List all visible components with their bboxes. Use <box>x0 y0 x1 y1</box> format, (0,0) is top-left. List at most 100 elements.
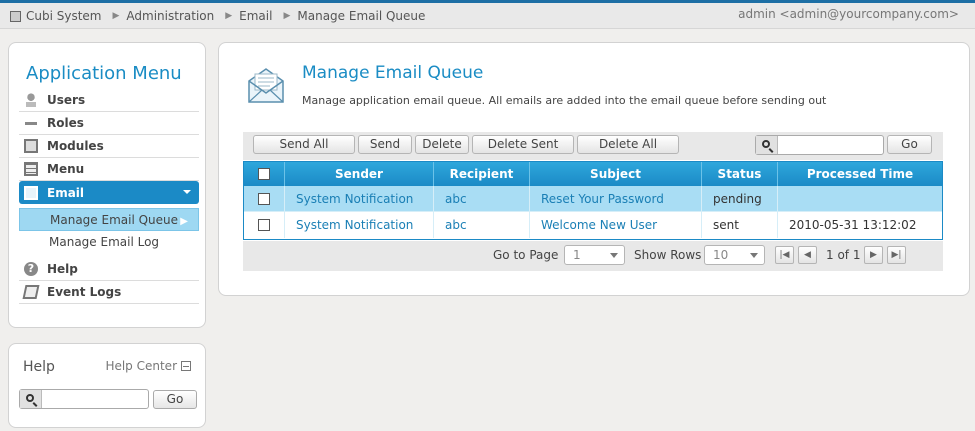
row-checkbox[interactable] <box>258 219 270 231</box>
menu-item-label: Roles <box>47 116 84 130</box>
key-icon <box>24 116 38 130</box>
menu-item-users[interactable]: Users <box>19 89 199 112</box>
column-header-sender[interactable]: Sender <box>285 162 434 186</box>
page-description: Manage application email queue. All emai… <box>302 94 827 107</box>
grid-search-input[interactable] <box>755 135 884 155</box>
modules-icon <box>24 139 38 153</box>
page-title: Manage Email Queue <box>302 63 484 83</box>
email-queue-table: Sender Recipient Subject Status Processe… <box>243 161 943 240</box>
menu-icon <box>24 162 38 176</box>
next-page-button[interactable]: ▶ <box>864 246 883 264</box>
menu-item-modules[interactable]: Modules <box>19 135 199 158</box>
search-icon <box>26 394 34 402</box>
column-header-processed-time[interactable]: Processed Time <box>778 162 942 186</box>
chevron-down-icon <box>183 190 191 194</box>
breadcrumb-separator-icon: ▶ <box>112 11 120 21</box>
show-rows-label: Show Rows <box>634 248 702 262</box>
cell-status: sent <box>702 212 778 238</box>
cell-status: pending <box>702 186 778 212</box>
chevron-down-icon <box>750 253 758 258</box>
menu-item-label: Modules <box>47 139 104 153</box>
table-row[interactable]: System Notification abc Reset Your Passw… <box>244 186 942 212</box>
menu-item-event-logs[interactable]: Event Logs <box>19 281 199 304</box>
row-checkbox[interactable] <box>258 193 270 205</box>
breadcrumb-item-administration[interactable]: Administration <box>126 9 214 23</box>
page-select[interactable]: 1 <box>564 245 625 265</box>
cell-sender[interactable]: System Notification <box>285 186 434 212</box>
rows-per-page-select[interactable]: 10 <box>704 245 765 265</box>
menu-item-label: Help <box>47 262 78 276</box>
submenu-item-manage-email-queue[interactable]: Manage Email Queue ▶ <box>19 208 199 231</box>
menu-item-email[interactable]: Email <box>19 181 199 204</box>
email-icon <box>24 185 38 200</box>
menu-item-help[interactable]: ? Help <box>19 258 199 281</box>
users-icon <box>24 93 38 107</box>
top-bar: Cubi System ▶ Administration ▶ Email ▶ M… <box>0 3 975 29</box>
chevron-down-icon <box>610 253 618 258</box>
cell-subject[interactable]: Welcome New User <box>530 212 702 238</box>
help-center-link[interactable]: Help Center <box>105 359 191 373</box>
collapse-icon[interactable] <box>181 361 191 371</box>
cell-sender[interactable]: System Notification <box>285 212 434 238</box>
table-header: Sender Recipient Subject Status Processe… <box>244 162 942 186</box>
previous-page-button[interactable]: ◀ <box>798 246 817 264</box>
delete-button[interactable]: Delete <box>415 135 469 154</box>
go-to-page-label: Go to Page <box>493 248 559 262</box>
application-menu-list: Users Roles Modules Menu Email Manage Em… <box>19 89 199 304</box>
submenu-item-label: Manage Email Queue <box>50 212 179 227</box>
column-header-subject[interactable]: Subject <box>530 162 702 186</box>
help-go-button[interactable]: Go <box>153 390 197 409</box>
home-icon <box>10 10 21 22</box>
cell-processed-time: 2010-05-31 13:12:02 <box>789 218 917 232</box>
menu-item-label: Menu <box>47 162 85 176</box>
menu-item-menu[interactable]: Menu <box>19 158 199 181</box>
rows-select-value: 10 <box>713 248 729 262</box>
breadcrumb-item-manage-email-queue: Manage Email Queue <box>297 9 426 23</box>
last-page-button[interactable]: ▶| <box>887 246 906 264</box>
cell-recipient[interactable]: abc <box>434 212 530 238</box>
delete-sent-button[interactable]: Delete Sent <box>472 135 574 154</box>
breadcrumb: Cubi System ▶ Administration ▶ Email ▶ M… <box>10 9 425 23</box>
row-checkbox-cell <box>244 186 285 212</box>
search-go-button[interactable]: Go <box>887 135 932 154</box>
menu-item-roles[interactable]: Roles <box>19 112 199 135</box>
select-all-cell <box>244 162 285 186</box>
select-all-checkbox[interactable] <box>258 168 270 180</box>
breadcrumb-item-email[interactable]: Email <box>239 9 272 23</box>
breadcrumb-separator-icon: ▶ <box>283 11 291 21</box>
chevron-right-icon: ▶ <box>180 216 188 227</box>
main-content-panel: Manage Email Queue Manage application em… <box>218 42 970 296</box>
send-all-button[interactable]: Send All <box>253 135 355 154</box>
cell-subject[interactable]: Reset Your Password <box>530 186 702 212</box>
first-page-button[interactable]: |◀ <box>775 246 794 264</box>
cell-processed-time <box>778 186 942 212</box>
user-account-label[interactable]: admin <admin@yourcompany.com> <box>738 7 959 21</box>
column-header-status[interactable]: Status <box>702 162 778 186</box>
event-logs-icon <box>22 285 40 299</box>
breadcrumb-separator-icon: ▶ <box>225 11 233 21</box>
menu-item-label: Email <box>47 185 85 200</box>
search-icon <box>762 140 770 148</box>
help-panel: Help Help Center Go <box>8 343 206 428</box>
submenu-item-manage-email-log[interactable]: Manage Email Log <box>19 231 199 254</box>
help-icon: ? <box>24 262 38 276</box>
submenu-item-label: Manage Email Log <box>49 235 160 249</box>
table-row[interactable]: System Notification abc Welcome New User… <box>244 212 942 238</box>
help-center-label: Help Center <box>105 359 177 373</box>
application-menu-panel: Application Menu Users Roles Modules Men… <box>8 42 206 328</box>
page-select-value: 1 <box>573 248 581 262</box>
breadcrumb-item-cubi-system[interactable]: Cubi System <box>26 9 102 23</box>
menu-item-label: Event Logs <box>47 285 122 299</box>
row-checkbox-cell <box>244 212 285 238</box>
menu-item-label: Users <box>47 93 86 107</box>
help-search-input[interactable] <box>19 389 149 409</box>
grid-toolbar: Send All Send Delete Delete Sent Delete … <box>243 132 943 160</box>
search-icon-box <box>20 390 42 408</box>
send-button[interactable]: Send <box>358 135 412 154</box>
cell-recipient[interactable]: abc <box>434 186 530 212</box>
application-menu-title: Application Menu <box>26 63 182 84</box>
column-header-recipient[interactable]: Recipient <box>434 162 530 186</box>
delete-all-button[interactable]: Delete All <box>577 135 679 154</box>
table-pager: Go to Page 1 Show Rows 10 |◀ ◀ 1 of 1 ▶ … <box>243 241 943 271</box>
search-icon-box <box>756 136 778 154</box>
